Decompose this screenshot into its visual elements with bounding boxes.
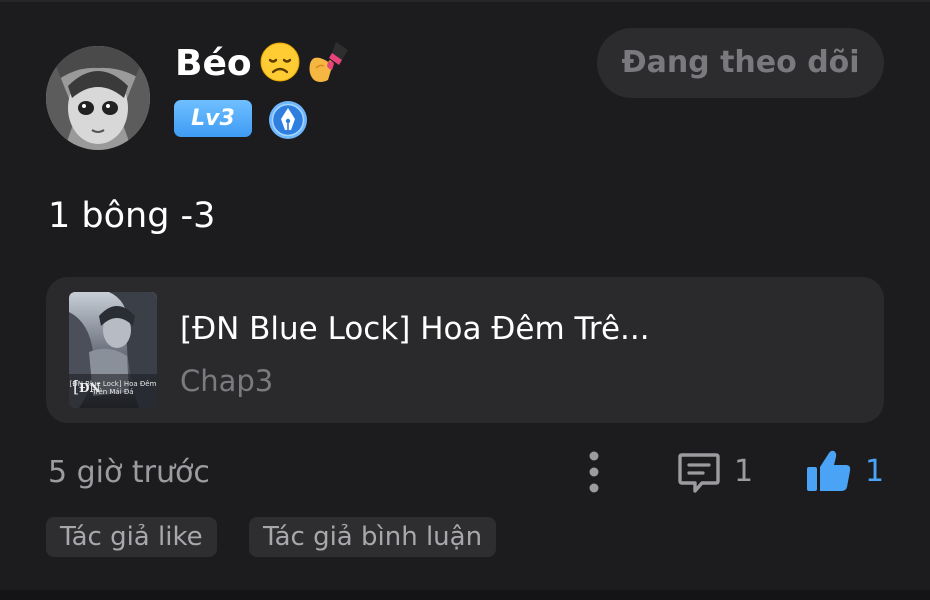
disappointed-face-emoji-icon: [260, 42, 300, 82]
like-button[interactable]: 1: [805, 446, 885, 496]
card-divider: [0, 590, 930, 600]
like-count: 1: [865, 454, 885, 489]
story-title[interactable]: [ĐN Blue Lock] Hoa Đêm Trê...: [180, 307, 650, 351]
cover-caption: [ĐN Blue Lock] Hoa Đêm Trên Mái Đá: [69, 380, 157, 396]
nail-polish-emoji-icon: [309, 42, 348, 82]
author-liked-tag: Tác giả like: [46, 517, 217, 557]
pen-nib-badge-icon: [269, 101, 307, 139]
post-text: 1 bông -3: [48, 196, 216, 236]
more-options-icon[interactable]: [578, 448, 610, 496]
post-card: Béo Lv3 Đang theo dõi 1 bông -3 [ĐN [ĐN…: [0, 0, 930, 600]
avatar[interactable]: [46, 46, 150, 150]
comment-count: 1: [734, 454, 754, 489]
level-badge: Lv3: [174, 100, 252, 137]
comment-icon: [678, 453, 720, 493]
post-timestamp: 5 giờ trước: [48, 455, 210, 490]
author-commented-tag: Tác giả bình luận: [249, 517, 497, 557]
story-cover-image: [ ĐN [ĐN Blue Lock] Hoa Đêm Trên Mái Đá: [69, 292, 157, 408]
username[interactable]: Béo: [175, 40, 252, 88]
comment-button[interactable]: 1: [676, 448, 756, 496]
story-chapter: Chap3: [180, 364, 274, 398]
thumbs-up-icon: [807, 450, 851, 491]
following-button[interactable]: Đang theo dõi: [597, 28, 884, 98]
story-card[interactable]: [ ĐN [ĐN Blue Lock] Hoa Đêm Trên Mái Đá …: [46, 277, 884, 423]
